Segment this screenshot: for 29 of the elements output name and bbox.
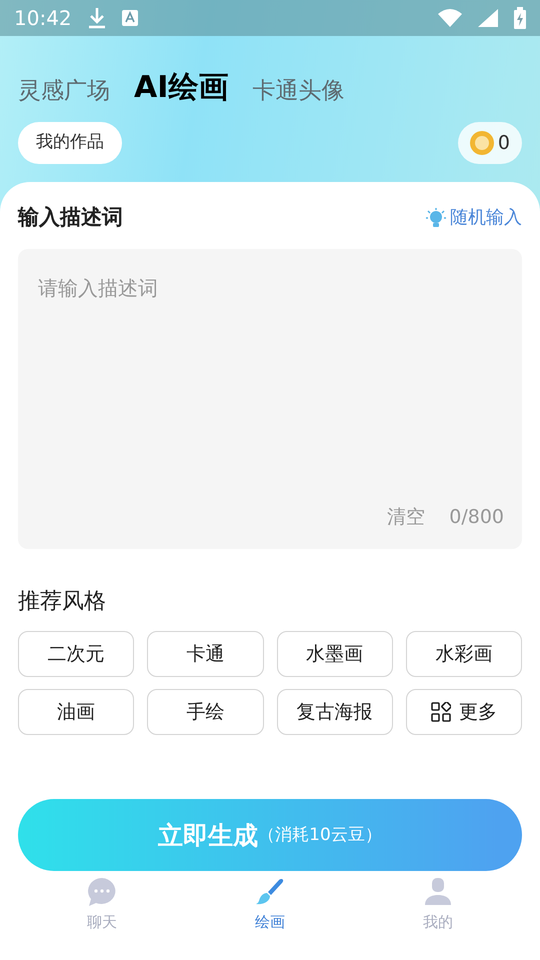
style-chip[interactable]: 水彩画 [406,631,522,678]
tab[interactable]: AI绘画 [134,70,228,106]
lightbulb-icon [426,208,446,228]
nav-tab[interactable]: 绘画 [210,877,330,934]
coin-icon [470,131,494,155]
style-chip[interactable]: 水墨画 [276,631,393,678]
signal-icon [478,9,498,27]
style-chip[interactable]: 更多 [406,689,522,736]
status-time: 10:42 [14,5,72,32]
section-title: 输入描述词 [18,204,123,230]
keyboard-icon [122,10,138,26]
character-count: 0/800 [449,504,504,530]
battery-icon [514,7,526,29]
style-chip[interactable]: 油画 [18,689,134,736]
my-works-button[interactable]: 我的作品 [18,122,122,164]
wifi-icon [438,9,462,27]
chat-icon [87,877,117,908]
tab[interactable]: 卡通头像 [252,78,344,106]
style-chip[interactable]: 二次元 [18,631,134,678]
section-title: 推荐风格 [18,589,107,616]
tab[interactable]: 灵感广场 [18,78,110,106]
person-icon [423,877,453,908]
style-chip[interactable]: 复古海报 [276,689,393,736]
random-input-button[interactable]: 随机输入 [426,204,522,231]
grid-icon [430,702,451,722]
coin-balance[interactable]: 0 [458,122,522,164]
style-chip[interactable]: 卡通 [147,631,264,678]
style-chip[interactable]: 手绘 [147,689,264,736]
download-icon [88,7,106,29]
